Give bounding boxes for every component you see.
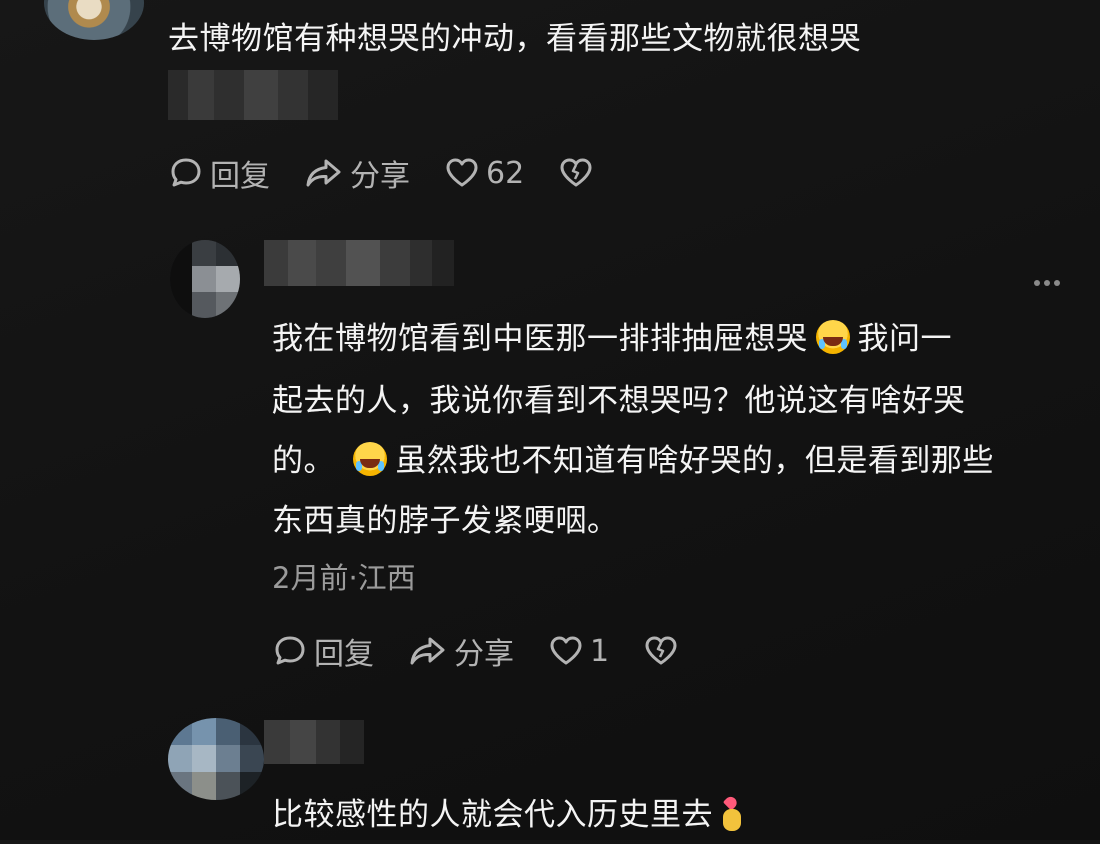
reply-text-line: 的。 虽然我也不知道有啥好哭的，但是看到那些 [272, 442, 994, 479]
dislike-button[interactable] [643, 633, 679, 669]
speech-bubble-icon [171, 158, 201, 187]
comment-actions: 回复 分享 62 [168, 150, 628, 196]
more-options-button[interactable] [1034, 280, 1060, 286]
reply-label: 回复 [314, 637, 374, 672]
rolling-laughing-emoji [815, 320, 850, 354]
share-button[interactable]: 分享 [304, 151, 410, 195]
reply-text-line: 东西真的脖子发紧哽咽。 [272, 503, 619, 539]
avatar[interactable] [170, 240, 240, 318]
reply-button[interactable]: 回复 [168, 151, 270, 195]
reply-button[interactable]: 回复 [272, 629, 374, 673]
heart-icon [550, 636, 582, 665]
blurred-image [168, 70, 338, 120]
reply-actions: 回复 分享 1 [272, 628, 713, 674]
reply-text-line: 起去的人，我说你看到不想哭吗？他说这有啥好哭 [272, 383, 965, 419]
reply-meta: 2月前·江西 [272, 561, 416, 595]
share-button[interactable]: 分享 [408, 629, 514, 673]
speech-bubble-icon [275, 636, 305, 665]
avatar[interactable] [44, 0, 144, 40]
like-button[interactable]: 1 [548, 633, 609, 669]
finger-heart-emoji [719, 794, 745, 833]
share-label: 分享 [454, 637, 514, 672]
reply-text-line: 我在博物馆看到中医那一排排抽屉想哭 我问一 [272, 320, 952, 357]
avatar[interactable] [168, 718, 264, 800]
like-count: 1 [590, 633, 610, 669]
blurred-username [264, 720, 364, 764]
more-dots-icon [1034, 280, 1040, 286]
dislike-button[interactable] [558, 155, 594, 191]
like-button[interactable]: 62 [444, 155, 524, 191]
blurred-username [264, 240, 454, 286]
heart-icon [446, 158, 478, 187]
share-arrow-icon [410, 637, 445, 665]
broken-heart-icon [645, 636, 677, 665]
comment-text: 比较感性的人就会代入历史里去 [272, 786, 745, 844]
share-arrow-icon [306, 159, 341, 187]
comment-text: 去博物馆有种想哭的冲动，看看那些文物就很想哭 [168, 21, 861, 57]
reply-label: 回复 [210, 159, 270, 194]
rolling-laughing-emoji [353, 442, 388, 476]
share-label: 分享 [350, 159, 410, 194]
like-count: 62 [486, 155, 525, 191]
broken-heart-icon [560, 158, 592, 187]
